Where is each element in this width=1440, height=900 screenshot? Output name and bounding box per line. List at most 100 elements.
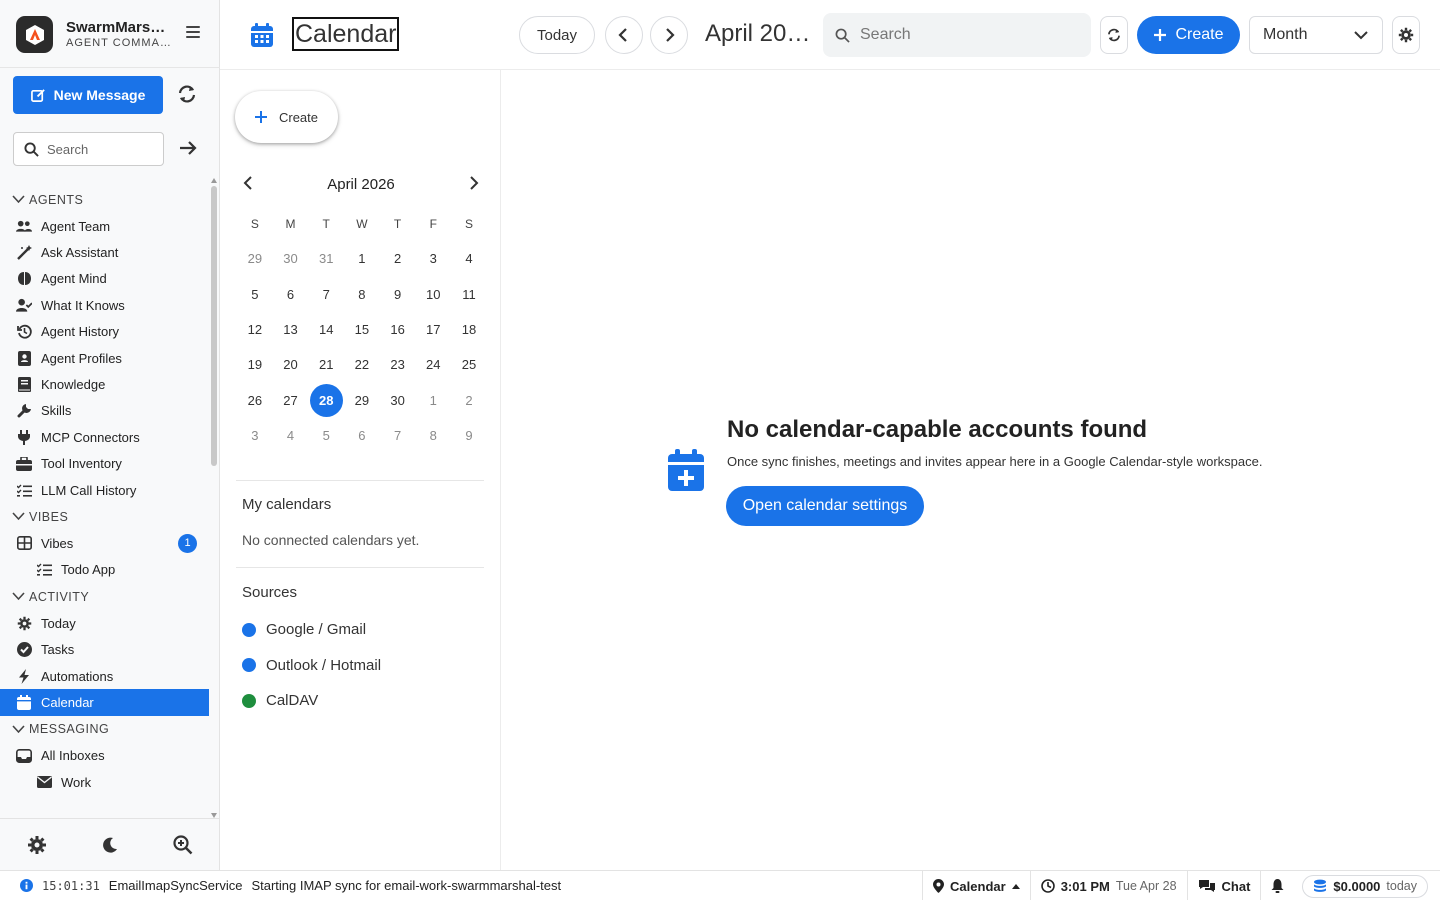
nav-section-activity[interactable]: ACTIVITY: [0, 583, 209, 610]
sidebar-item-agent-team[interactable]: Agent Team: [0, 213, 209, 239]
notifications-button[interactable]: [1260, 871, 1294, 900]
day-cell[interactable]: 17: [415, 322, 451, 337]
next-period-button[interactable]: [650, 16, 688, 54]
day-cell[interactable]: 21: [308, 357, 344, 372]
day-cell[interactable]: 26: [237, 393, 273, 408]
day-cell[interactable]: 4: [273, 428, 309, 443]
dark-mode-moon-icon[interactable]: [101, 836, 119, 854]
day-cell[interactable]: 7: [380, 428, 416, 443]
day-cell[interactable]: 15: [344, 322, 380, 337]
day-cell[interactable]: 14: [308, 322, 344, 337]
sidebar-scrollbar[interactable]: [210, 178, 218, 818]
sidebar-item-tool-inventory[interactable]: Tool Inventory: [0, 451, 209, 477]
day-cell[interactable]: 6: [344, 428, 380, 443]
sidebar-item-automations[interactable]: Automations: [0, 663, 209, 689]
sidebar-item-llm-call-history[interactable]: LLM Call History: [0, 477, 209, 503]
brain-icon: [16, 271, 32, 287]
day-cell[interactable]: 9: [380, 287, 416, 302]
cost-indicator[interactable]: $0.0000 today: [1302, 874, 1428, 898]
day-cell[interactable]: 4: [451, 251, 487, 266]
day-cell[interactable]: 8: [415, 428, 451, 443]
chat-button[interactable]: Chat: [1186, 871, 1261, 900]
sidebar-item-what-it-knows[interactable]: What It Knows: [0, 292, 209, 318]
sidebar-item-tasks[interactable]: Tasks: [0, 636, 209, 662]
day-cell[interactable]: 1: [415, 393, 451, 408]
day-cell[interactable]: 10: [415, 287, 451, 302]
status-time: 15:01:31: [42, 878, 100, 893]
nav-section-vibes[interactable]: VIBES: [0, 503, 209, 530]
day-cell[interactable]: 9: [451, 428, 487, 443]
hamburger-menu-icon[interactable]: [186, 26, 200, 38]
day-cell[interactable]: 5: [308, 428, 344, 443]
day-cell[interactable]: 19: [237, 357, 273, 372]
selected-day-cell[interactable]: 28: [308, 383, 344, 417]
nav-section-agents[interactable]: AGENTS: [0, 186, 209, 213]
new-message-button[interactable]: New Message: [13, 76, 163, 114]
day-cell[interactable]: 11: [451, 287, 487, 302]
day-cell[interactable]: 31: [308, 251, 344, 266]
sidebar-refresh-icon[interactable]: [176, 84, 200, 106]
day-cell[interactable]: 7: [308, 287, 344, 302]
sidebar-search-input[interactable]: Search: [13, 132, 164, 166]
sidebar-item-work[interactable]: Work: [0, 769, 209, 795]
day-cell[interactable]: 25: [451, 357, 487, 372]
sidebar-item-agent-history[interactable]: Agent History: [0, 319, 209, 345]
status-message: Starting IMAP sync for email-work-swarmm…: [251, 878, 562, 893]
day-cell[interactable]: 6: [273, 287, 309, 302]
view-select[interactable]: Month: [1249, 16, 1383, 54]
sidebar-item-mcp-connectors[interactable]: MCP Connectors: [0, 424, 209, 450]
location-indicator[interactable]: Calendar: [922, 871, 1030, 900]
open-calendar-settings-button[interactable]: Open calendar settings: [726, 486, 924, 526]
nav-section-messaging[interactable]: MESSAGING: [0, 716, 209, 743]
mini-next-month-icon[interactable]: [468, 175, 480, 191]
day-cell[interactable]: 1: [344, 251, 380, 266]
day-cell[interactable]: 20: [273, 357, 309, 372]
sidebar-item-agent-profiles[interactable]: Agent Profiles: [0, 345, 209, 371]
day-cell[interactable]: 13: [273, 322, 309, 337]
create-event-button[interactable]: Create: [1137, 16, 1240, 54]
toolbox-icon: [16, 456, 32, 472]
zoom-in-icon[interactable]: [173, 834, 193, 855]
sidebar-item-calendar[interactable]: Calendar: [0, 689, 209, 716]
day-cell[interactable]: 27: [273, 393, 309, 408]
sidebar-item-knowledge[interactable]: Knowledge: [0, 371, 209, 397]
sidebar-item-today[interactable]: Today: [0, 610, 209, 636]
clock-time: 3:01 PM: [1060, 878, 1110, 894]
day-cell[interactable]: 16: [380, 322, 416, 337]
day-cell[interactable]: 12: [237, 322, 273, 337]
day-cell[interactable]: 3: [237, 428, 273, 443]
sidebar-item-vibes[interactable]: Vibes 1: [0, 530, 209, 556]
sidebar-item-agent-mind[interactable]: Agent Mind: [0, 266, 209, 292]
day-cell[interactable]: 2: [451, 393, 487, 408]
calendar-refresh-button[interactable]: [1100, 16, 1128, 54]
calendar-search-input[interactable]: Search: [823, 13, 1091, 57]
source-item-outlook-hotmail[interactable]: Outlook / Hotmail: [242, 657, 381, 674]
source-label: CalDAV: [266, 692, 319, 709]
sidebar-item-ask-assistant[interactable]: Ask Assistant: [0, 239, 209, 265]
day-cell[interactable]: 30: [273, 251, 309, 266]
arrow-right-icon[interactable]: [178, 138, 200, 160]
day-cell[interactable]: 29: [344, 393, 380, 408]
sidebar-item-all-inboxes[interactable]: All Inboxes: [0, 743, 209, 769]
source-item-google-gmail[interactable]: Google / Gmail: [242, 621, 366, 638]
day-cell[interactable]: 18: [451, 322, 487, 337]
settings-gear-icon[interactable]: [27, 835, 47, 855]
clock-indicator: 3:01 PM Tue Apr 28: [1029, 871, 1187, 900]
day-cell[interactable]: 8: [344, 287, 380, 302]
calendar-settings-button[interactable]: [1392, 16, 1420, 54]
day-cell[interactable]: 24: [415, 357, 451, 372]
day-cell[interactable]: 30: [380, 393, 416, 408]
create-fab-button[interactable]: Create: [235, 91, 338, 143]
sidebar-item-todo-app[interactable]: Todo App: [0, 557, 209, 583]
day-cell[interactable]: 3: [415, 251, 451, 266]
source-item-caldav[interactable]: CalDAV: [242, 692, 318, 709]
day-cell[interactable]: 5: [237, 287, 273, 302]
sidebar-item-skills[interactable]: Skills: [0, 398, 209, 424]
day-cell[interactable]: 22: [344, 357, 380, 372]
today-button[interactable]: Today: [519, 16, 595, 54]
day-cell[interactable]: 29: [237, 251, 273, 266]
day-number: 9: [393, 286, 402, 302]
day-cell[interactable]: 23: [380, 357, 416, 372]
day-cell[interactable]: 2: [380, 251, 416, 266]
previous-period-button[interactable]: [605, 16, 643, 54]
